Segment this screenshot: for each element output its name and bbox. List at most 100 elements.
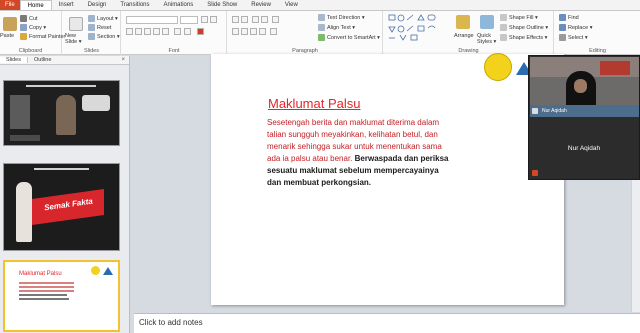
text-direction-button[interactable]: Text Direction ▾ <box>318 14 365 21</box>
align-text-button[interactable]: Align Text ▾ <box>318 24 355 31</box>
drawing-group: Arrange Quick Styles ▾ Shape Fill ▾ Shap… <box>384 11 554 55</box>
shape-effects-button[interactable]: Shape Effects ▾ <box>500 34 547 41</box>
slides-pane-tabs: Slides Outline <box>0 56 129 65</box>
thumb3-line-3 <box>19 290 74 292</box>
slides-group: New Slide ▾ Layout ▾ Reset Section ▾ Sli… <box>63 11 121 55</box>
bullets-icon[interactable] <box>232 16 239 23</box>
quick-styles-icon <box>480 15 494 29</box>
char-spacing-icon[interactable] <box>174 28 181 35</box>
thumb3-line-1 <box>19 282 74 284</box>
font-size-field[interactable] <box>180 16 198 24</box>
ribbon-tabs: File Home Insert Design Transitions Anim… <box>0 0 640 11</box>
slide-canvas[interactable]: Maklumat Palsu Sesetengah berita dan mak… <box>211 53 564 305</box>
slide-thumbnail-2[interactable]: Semak Fakta <box>3 163 120 251</box>
bold-icon[interactable] <box>126 28 133 35</box>
binoculars-icon <box>559 14 566 21</box>
columns-icon[interactable] <box>270 28 277 35</box>
italic-icon[interactable] <box>135 28 142 35</box>
tab-slides[interactable]: Slides <box>0 57 28 63</box>
reset-button[interactable]: Reset <box>88 24 111 31</box>
camera-name-label: Nur Aqidah <box>542 108 567 114</box>
shrink-font-icon[interactable] <box>210 16 217 23</box>
select-arrow-icon <box>559 34 566 41</box>
shapes-gallery-icon[interactable] <box>388 14 450 42</box>
shape-outline-button[interactable]: Shape Outline ▾ <box>500 24 548 31</box>
tab-insert[interactable]: Insert <box>52 0 81 10</box>
video-call-window[interactable]: Nur Aqidah Nur Aqidah <box>528 55 640 180</box>
align-center-icon[interactable] <box>241 28 248 35</box>
shadow-icon[interactable] <box>162 28 169 35</box>
quick-styles-button[interactable]: Quick Styles ▾ <box>477 33 497 45</box>
tab-animations[interactable]: Animations <box>157 0 201 10</box>
justify-icon[interactable] <box>259 28 266 35</box>
scissors-icon <box>20 15 27 22</box>
thumb3-line-4 <box>19 294 67 296</box>
slide-body[interactable]: Sesetengah berita dan maklumat diterima … <box>267 117 452 189</box>
tab-view[interactable]: View <box>278 0 305 10</box>
numbering-icon[interactable] <box>241 16 248 23</box>
align-right-icon[interactable] <box>250 28 257 35</box>
tab-outline[interactable]: Outline <box>28 57 57 63</box>
slide-title[interactable]: Maklumat Palsu <box>268 96 360 111</box>
slide-thumbnail-3[interactable]: Maklumat Palsu <box>3 260 120 332</box>
outline-icon <box>500 24 507 31</box>
notes-area[interactable]: Click to add notes <box>134 313 640 333</box>
grow-font-icon[interactable] <box>201 16 208 23</box>
font-color-icon[interactable] <box>197 28 204 35</box>
tab-review[interactable]: Review <box>244 0 278 10</box>
slide-thumbnail-1[interactable] <box>3 80 120 146</box>
brush-icon <box>20 33 27 40</box>
font-name-field[interactable] <box>126 16 178 24</box>
thumb3-badge-icon <box>91 266 100 275</box>
increase-indent-icon[interactable] <box>261 16 268 23</box>
tab-design[interactable]: Design <box>81 0 114 10</box>
paste-button[interactable]: Paste <box>0 33 14 39</box>
replace-button[interactable]: Replace ▾ <box>559 24 592 31</box>
camera-poster <box>600 61 630 75</box>
cut-button[interactable]: Cut <box>20 15 38 22</box>
text-direction-icon <box>318 14 325 21</box>
tab-slide-show[interactable]: Slide Show <box>200 0 244 10</box>
arrange-icon <box>456 15 470 29</box>
format-painter-button[interactable]: Format Painter <box>20 33 65 40</box>
thumb1-window <box>10 95 30 129</box>
tab-home[interactable]: Home <box>19 0 52 10</box>
reset-icon <box>88 24 95 31</box>
thumb2-title-bar <box>34 168 89 170</box>
participant-name: Nur Aqidah <box>567 145 601 152</box>
find-button[interactable]: Find <box>559 14 579 21</box>
clipboard-label: Clipboard <box>18 48 43 54</box>
align-left-icon[interactable] <box>232 28 239 35</box>
layout-button[interactable]: Layout ▾ <box>88 15 118 22</box>
badge-logo <box>484 53 512 81</box>
mic-muted-icon[interactable] <box>532 170 538 176</box>
replace-icon <box>559 24 566 31</box>
editing-group: Find Replace ▾ Select ▾ Editing <box>555 11 640 55</box>
thumb3-title: Maklumat Palsu <box>19 271 62 277</box>
section-button[interactable]: Section ▾ <box>88 33 120 40</box>
clipboard-group: Paste Cut Copy ▾ Format Painter Clipboar… <box>0 11 65 55</box>
fill-icon <box>500 14 507 21</box>
arrange-button[interactable]: Arrange <box>454 33 474 39</box>
tab-file[interactable]: File <box>0 0 20 10</box>
tab-transitions[interactable]: Transitions <box>113 0 156 10</box>
underline-icon[interactable] <box>144 28 151 35</box>
paragraph-group: Text Direction ▾ Align Text ▾ Convert to… <box>228 11 383 55</box>
close-icon[interactable]: × <box>121 57 125 63</box>
thumb1-speech-bubble <box>82 95 110 111</box>
thumb3-line-5 <box>19 298 69 300</box>
shape-fill-button[interactable]: Shape Fill ▾ <box>500 14 538 21</box>
copy-button[interactable]: Copy ▾ <box>20 24 46 31</box>
copy-icon <box>20 24 27 31</box>
strikethrough-icon[interactable] <box>153 28 160 35</box>
thumb1-title-bar <box>26 85 96 87</box>
decrease-indent-icon[interactable] <box>252 16 259 23</box>
new-slide-icon <box>69 17 83 31</box>
convert-smartart-button[interactable]: Convert to SmartArt ▾ <box>318 34 380 41</box>
editing-label: Editing <box>589 48 606 54</box>
line-spacing-icon[interactable] <box>272 16 279 23</box>
select-button[interactable]: Select ▾ <box>559 34 588 41</box>
change-case-icon[interactable] <box>184 28 191 35</box>
slides-label: Slides <box>84 48 99 54</box>
new-slide-button[interactable]: New Slide ▾ <box>65 33 87 45</box>
